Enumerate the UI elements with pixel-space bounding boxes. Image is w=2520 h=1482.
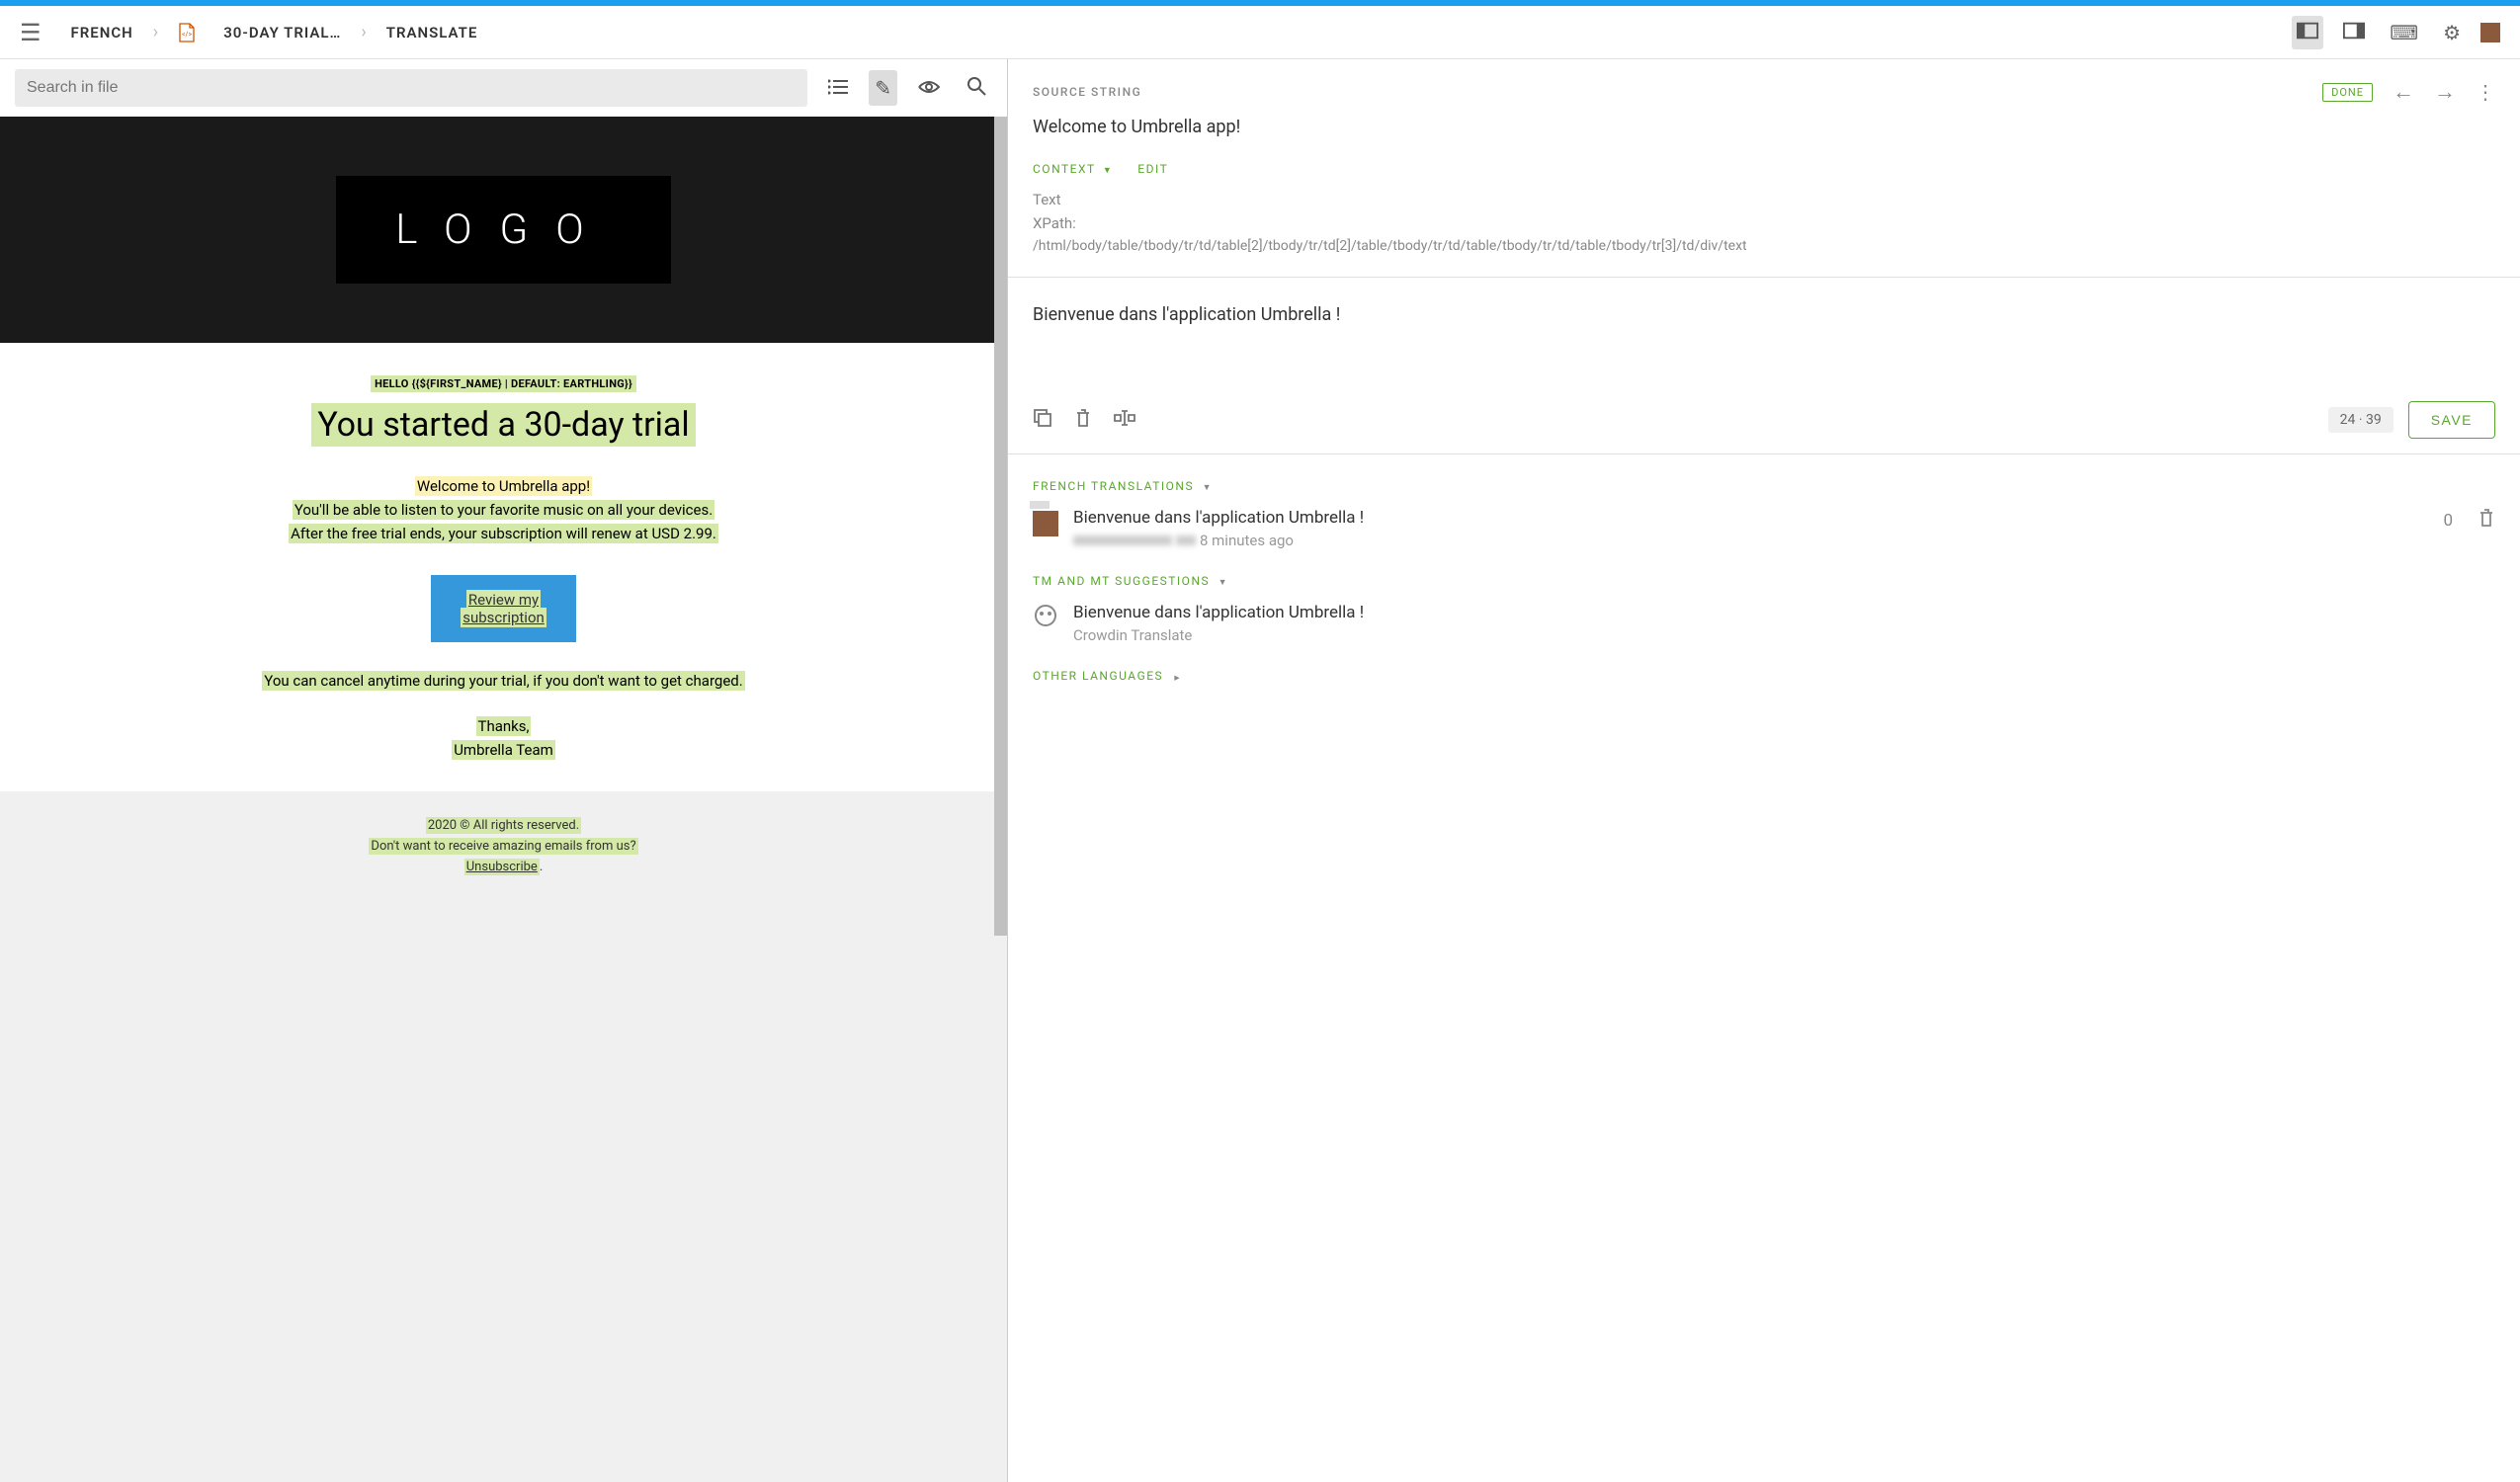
save-button[interactable]: SAVE (2408, 401, 2495, 439)
layout-split-left-icon[interactable] (2292, 16, 2323, 49)
right-panel: SOURCE STRING DONE ← → ⋮ Welcome to Umbr… (1008, 59, 2520, 1482)
divider (1008, 453, 2520, 454)
body-line-3[interactable]: After the free trial ends, your subscrip… (289, 524, 718, 543)
vote-count: 0 (2443, 511, 2453, 531)
edit-icon[interactable]: ✎ (869, 70, 897, 106)
done-badge: DONE (2322, 83, 2373, 102)
entry-actions: 0 (2443, 508, 2495, 533)
cta-line-1: Review my (466, 590, 541, 610)
tm-suggestions-section[interactable]: TM AND MT SUGGESTIONS ▼ (1033, 574, 2495, 588)
context-row: CONTEXT ▼ EDIT (1033, 162, 2495, 176)
translation-entry[interactable]: Bienvenue dans l'application Umbrella ! … (1033, 508, 2495, 549)
scrollbar-thumb[interactable] (994, 117, 1007, 936)
layout-split-right-icon[interactable] (2338, 16, 2370, 49)
source-header: SOURCE STRING DONE ← → ⋮ (1033, 79, 2495, 105)
keyboard-icon[interactable]: ⌨ (2385, 16, 2423, 49)
delete-icon[interactable] (2478, 508, 2495, 533)
logo-text: LOGO (395, 206, 611, 254)
next-arrow-icon[interactable]: → (2434, 79, 2456, 105)
source-string: Welcome to Umbrella app! (1033, 117, 2495, 137)
file-icon: </> (178, 23, 196, 42)
email-footer: 2020 © All rights reserved. Don't want t… (0, 791, 1007, 917)
scrollbar-track (994, 117, 1007, 1482)
text-cursor-icon[interactable] (1114, 408, 1135, 433)
breadcrumb-file[interactable]: 30-DAY TRIAL… (223, 24, 341, 41)
gear-icon[interactable]: ⚙ (2438, 16, 2466, 49)
entry-meta: 8 minutes ago (1073, 532, 2428, 549)
body-line-2[interactable]: You'll be able to listen to your favorit… (293, 500, 714, 520)
source-label: SOURCE STRING (1033, 85, 1141, 99)
list-icon[interactable] (822, 70, 854, 106)
edit-link[interactable]: EDIT (1137, 162, 1168, 176)
entry-time: 8 minutes ago (1200, 532, 1294, 549)
entry-text: Bienvenue dans l'application Umbrella ! (1073, 508, 2428, 528)
cta-button[interactable]: Review my subscription (431, 575, 576, 642)
tm-text: Bienvenue dans l'application Umbrella ! (1073, 603, 2495, 622)
divider (1008, 277, 2520, 278)
email-preview: LOGO HELLO {{${FIRST_NAME} | DEFAULT: EA… (0, 117, 1007, 918)
main: ✎ LOGO HELLO {{${FIRST_NAME} | DEFAULT: … (0, 59, 2520, 1482)
header-actions: ⌨ ⚙ (2292, 16, 2500, 49)
meta-xpath: /html/body/table/tbody/tr/td/table[2]/tb… (1033, 235, 2495, 257)
chevron-right-icon: › (153, 22, 158, 42)
tm-content: Bienvenue dans l'application Umbrella ! … (1073, 603, 2495, 644)
entry-content: Bienvenue dans l'application Umbrella ! … (1073, 508, 2428, 549)
breadcrumb-lang[interactable]: FRENCH (71, 24, 133, 41)
char-count: 24 · 39 (2328, 407, 2394, 433)
french-translations-section[interactable]: FRENCH TRANSLATIONS ▼ (1033, 479, 2495, 493)
header: ☰ FRENCH › </> 30-DAY TRIAL… › TRANSLATE… (0, 6, 2520, 59)
welcome-string-highlighted[interactable]: Welcome to Umbrella app! (415, 476, 592, 496)
body-text: Welcome to Umbrella app! You'll be able … (49, 474, 958, 545)
context-meta: Text XPath: /html/body/table/tbody/tr/td… (1033, 188, 2495, 257)
entry-avatar (1033, 511, 1058, 536)
save-group: 24 · 39 SAVE (2328, 401, 2495, 439)
menu-icon[interactable]: ☰ (20, 19, 42, 46)
svg-text:</>: </> (182, 31, 192, 39)
input-toolbar: 24 · 39 SAVE (1033, 401, 2495, 439)
breadcrumb: FRENCH › </> 30-DAY TRIAL… › TRANSLATE (71, 22, 2293, 42)
tm-entry[interactable]: Bienvenue dans l'application Umbrella ! … (1033, 603, 2495, 644)
source-actions: DONE ← → ⋮ (2322, 79, 2495, 105)
other-languages-section[interactable]: OTHER LANGUAGES ▼ (1033, 669, 2495, 683)
logo-box: LOGO (336, 176, 670, 284)
footer-copyright[interactable]: 2020 © All rights reserved. (426, 817, 581, 834)
hello-line[interactable]: HELLO {{${FIRST_NAME} | DEFAULT: EARTHLI… (371, 375, 636, 392)
context-link[interactable]: CONTEXT ▼ (1033, 162, 1113, 176)
more-icon[interactable]: ⋮ (2476, 80, 2495, 104)
prev-arrow-icon[interactable]: ← (2393, 79, 2414, 105)
input-icons (1033, 408, 1135, 433)
left-panel: ✎ LOGO HELLO {{${FIRST_NAME} | DEFAULT: … (0, 59, 1008, 1482)
translation-input[interactable]: Bienvenue dans l'application Umbrella ! (1033, 292, 2495, 391)
clear-icon[interactable] (1074, 408, 1092, 433)
copy-source-icon[interactable] (1033, 408, 1052, 433)
preview-toolbar: ✎ (0, 59, 1007, 117)
team-line[interactable]: Umbrella Team (452, 740, 555, 760)
headline[interactable]: You started a 30-day trial (311, 403, 695, 447)
meta-xpath-label: XPath: (1033, 211, 2495, 235)
preview-area[interactable]: LOGO HELLO {{${FIRST_NAME} | DEFAULT: EA… (0, 117, 1007, 1482)
avatar[interactable] (2480, 23, 2500, 42)
footer-unsubscribe[interactable]: Unsubscribe (464, 859, 540, 875)
cta-line-2: subscription (461, 608, 546, 627)
eye-icon[interactable] (912, 70, 946, 106)
cancel-text[interactable]: You can cancel anytime during your trial… (262, 671, 744, 691)
breadcrumb-action[interactable]: TRANSLATE (386, 24, 478, 41)
thanks-line[interactable]: Thanks, (476, 716, 532, 736)
zoom-icon[interactable] (961, 70, 992, 107)
meta-text: Text (1033, 188, 2495, 211)
search-input[interactable] (15, 69, 807, 107)
email-logo-header: LOGO (0, 117, 1007, 343)
crowdin-icon (1033, 603, 1058, 628)
footer-optout[interactable]: Don't want to receive amazing emails fro… (369, 838, 637, 855)
email-body: HELLO {{${FIRST_NAME} | DEFAULT: EARTHLI… (0, 343, 1007, 791)
tm-source: Crowdin Translate (1073, 626, 2495, 644)
thanks-block: Thanks, Umbrella Team (49, 714, 958, 762)
chevron-right-icon: › (361, 22, 366, 42)
